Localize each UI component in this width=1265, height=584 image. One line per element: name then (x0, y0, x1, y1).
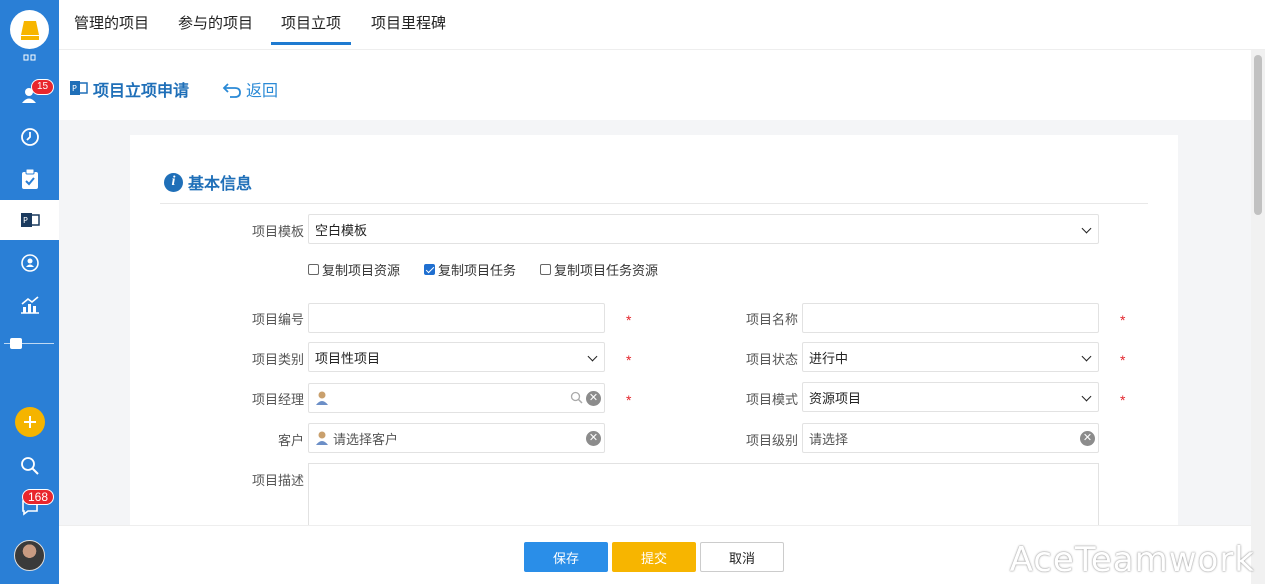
section-divider (160, 203, 1148, 204)
checkbox-box[interactable] (540, 264, 551, 275)
notification-badge: 15 (31, 79, 55, 95)
required-mark: * (1120, 352, 1126, 368)
clear-icon[interactable]: ✕ (1080, 431, 1095, 446)
project-name-input[interactable] (802, 303, 1099, 333)
tab-project-initiation[interactable]: 项目立项 (271, 12, 351, 45)
grid-menu-icon[interactable] (0, 50, 59, 64)
project-status-label: 项目状态 (745, 352, 798, 367)
project-mode-label: 项目模式 (745, 392, 798, 407)
rail-item-tasks[interactable] (0, 159, 59, 199)
left-rail: 15 P 168 (0, 0, 59, 584)
project-manager-picker[interactable]: ✕ (308, 383, 605, 413)
project-code-label: 项目编号 (251, 312, 304, 327)
required-mark: * (1120, 312, 1126, 328)
project-level-select[interactable]: 请选择 ✕ (802, 423, 1099, 453)
chevron-down-icon (587, 351, 598, 362)
clear-icon[interactable]: ✕ (586, 391, 601, 406)
form-card: i 基本信息 项目模板 空白模板 复制项目资源 复制项目任务 复制项目任务资源 … (130, 135, 1178, 535)
cancel-button[interactable]: 取消 (700, 542, 784, 572)
rail-item-team[interactable] (0, 243, 59, 283)
app-logo[interactable] (10, 10, 49, 49)
template-select[interactable]: 空白模板 (308, 214, 1099, 244)
search-icon (20, 457, 39, 475)
project-mode-select[interactable]: 资源项目 (802, 382, 1099, 412)
page-scrollbar[interactable] (1251, 50, 1265, 584)
project-level-label: 项目级别 (745, 433, 798, 448)
project-category-select[interactable]: 项目性项目 (308, 342, 605, 372)
user-picker-icon (316, 431, 328, 445)
project-status-value: 进行中 (809, 350, 849, 366)
back-arrow-icon (222, 83, 241, 98)
copy-task-resources-label: 复制项目任务资源 (554, 263, 659, 278)
user-picker-icon (316, 391, 328, 405)
clock-icon (20, 128, 39, 146)
project-category-label: 项目类别 (251, 352, 304, 367)
info-icon: i (164, 172, 183, 192)
chevron-down-icon (1081, 351, 1092, 362)
project-status-select[interactable]: 进行中 (802, 342, 1099, 372)
copy-resources-label: 复制项目资源 (322, 263, 401, 278)
user-avatar[interactable] (14, 540, 45, 571)
chevron-down-icon (1081, 391, 1092, 402)
logo-icon (20, 20, 39, 40)
copy-task-resources-checkbox[interactable]: 复制项目任务资源 (540, 260, 658, 279)
project-name-label: 项目名称 (745, 312, 798, 327)
project-description-label: 项目描述 (251, 473, 304, 488)
rail-item-project[interactable]: P (0, 200, 59, 240)
project-level-placeholder: 请选择 (809, 431, 849, 447)
chat-badge: 168 (22, 489, 55, 505)
tab-project-milestones[interactable]: 项目里程碑 (371, 12, 446, 45)
svg-text:P: P (72, 84, 77, 93)
tab-participated-projects[interactable]: 参与的项目 (178, 12, 253, 45)
search-icon[interactable] (570, 391, 583, 404)
copy-resources-checkbox[interactable]: 复制项目资源 (308, 260, 400, 279)
chart-trend-icon (20, 296, 39, 314)
svg-text:P: P (23, 216, 28, 225)
required-mark: * (626, 352, 632, 368)
copy-tasks-label: 复制项目任务 (438, 263, 517, 278)
rail-item-search[interactable] (0, 446, 59, 486)
back-link[interactable]: 返回 (222, 77, 278, 101)
back-label: 返回 (246, 83, 279, 100)
collapse-handle[interactable] (10, 338, 22, 349)
tab-managed-projects[interactable]: 管理的项目 (74, 12, 149, 45)
page-header: P 项目立项申请 返回 (59, 50, 1251, 120)
rail-item-people[interactable]: 15 (0, 76, 59, 116)
project-icon: P (20, 213, 40, 227)
section-title-text: 基本信息 (188, 176, 253, 193)
rail-item-stats[interactable] (0, 285, 59, 325)
submit-button[interactable]: 提交 (612, 542, 696, 572)
section-basic-info: i 基本信息 (164, 170, 252, 194)
copy-tasks-checkbox[interactable]: 复制项目任务 (424, 260, 516, 279)
required-mark: * (626, 312, 632, 328)
rail-item-clock[interactable] (0, 117, 59, 157)
save-button[interactable]: 保存 (524, 542, 608, 572)
add-button[interactable] (15, 407, 45, 437)
checkbox-box[interactable] (308, 264, 319, 275)
plus-icon (24, 416, 36, 428)
page-title: 项目立项申请 (93, 83, 190, 100)
template-value: 空白模板 (315, 222, 368, 238)
required-mark: * (1120, 392, 1126, 408)
customer-label: 客户 (277, 433, 304, 448)
top-tab-bar: 管理的项目 参与的项目 项目立项 项目里程碑 (59, 0, 1265, 50)
project-manager-label: 项目经理 (251, 392, 304, 407)
customer-placeholder: 请选择客户 (333, 431, 399, 447)
project-category-value: 项目性项目 (315, 350, 381, 366)
team-cycle-icon (20, 254, 39, 272)
clear-icon[interactable]: ✕ (586, 431, 601, 446)
required-mark: * (626, 392, 632, 408)
checkbox-box-checked[interactable] (424, 264, 435, 275)
project-title-icon: P (70, 81, 88, 95)
watermark-text: AceTeamwork (1009, 540, 1255, 580)
project-mode-value: 资源项目 (809, 390, 862, 406)
rail-item-chat[interactable]: 168 (0, 487, 59, 527)
customer-picker[interactable]: 请选择客户 ✕ (308, 423, 605, 453)
project-code-input[interactable] (308, 303, 605, 333)
clipboard-check-icon (21, 168, 38, 189)
template-label: 项目模板 (251, 224, 304, 239)
chevron-down-icon (1081, 223, 1092, 234)
scrollbar-thumb[interactable] (1254, 55, 1262, 215)
